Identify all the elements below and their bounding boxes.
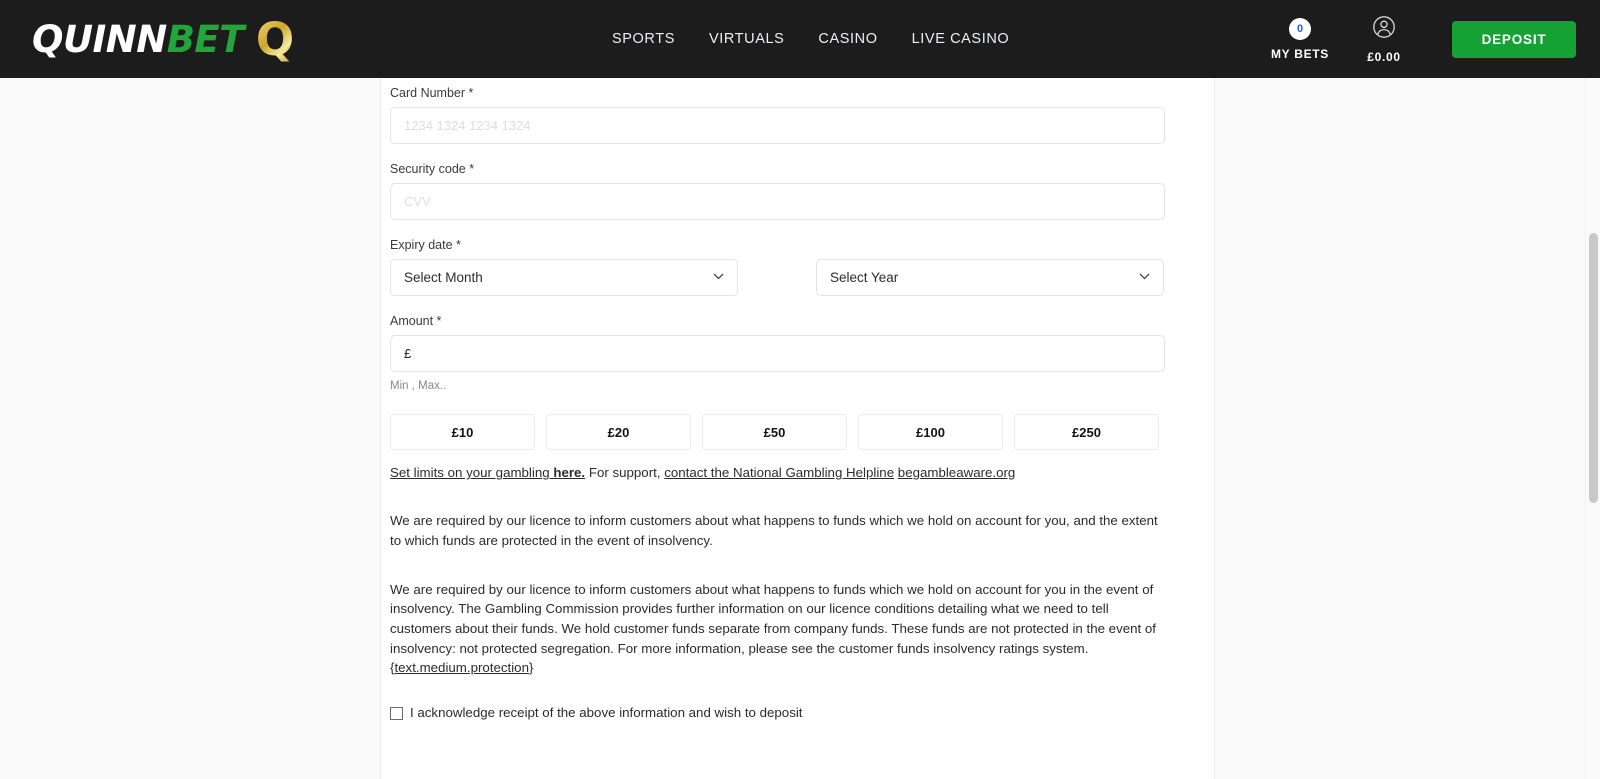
header-right-cluster: 0 MY BETS £0.00 DEPOSIT [1258,0,1576,78]
quick-amount-250[interactable]: £250 [1014,414,1159,450]
support-middle-text: For support, [585,465,665,480]
main-navigation: SPORTS VIRTUALS CASINO LIVE CASINO [612,31,1009,47]
expiry-month-value: Select Month [404,270,483,285]
insolvency-info-paragraph-1: We are required by our licence to inform… [390,513,1158,548]
set-limits-link[interactable]: Set limits on your gambling [390,465,553,480]
responsible-gambling-line: Set limits on your gambling here. For su… [390,463,1165,482]
page-body: Card Number * Security code * Expiry dat… [0,78,1600,779]
security-code-label: Security code * [390,162,475,176]
begambleaware-link[interactable]: begambleaware.org [898,465,1016,480]
expiry-year-select-wrap: Select Year [816,259,1164,296]
amount-input[interactable] [390,335,1165,372]
site-header: QUINN BET Q SPORTS VIRTUALS CASINO LIVE C… [0,0,1600,78]
expiry-month-select-wrap: Select Month [390,259,738,296]
nav-item-sports[interactable]: SPORTS [612,31,675,47]
quick-amount-10[interactable]: £10 [390,414,535,450]
account-balance-label: £0.00 [1367,49,1401,64]
acknowledge-checkbox[interactable] [390,706,403,720]
quick-amount-buttons: £10 £20 £50 £100 £250 [390,414,1165,450]
quick-amount-100[interactable]: £100 [858,414,1003,450]
brand-logo-quinn: QUINN [32,17,167,61]
nav-item-live-casino[interactable]: LIVE CASINO [912,31,1010,47]
user-avatar-icon [1372,15,1396,44]
my-bets-count-badge: 0 [1289,17,1311,40]
paragraph-2-close-brace: } [528,660,534,676]
expiry-year-select[interactable]: Select Year [816,259,1164,296]
national-gambling-helpline-link[interactable]: contact the National Gambling Helpline [664,465,894,480]
amount-label: Amount * [390,314,442,328]
brand-logo[interactable]: QUINN BET Q [32,13,294,66]
set-limits-here-link[interactable]: here. [553,465,585,480]
acknowledge-label: I acknowledge receipt of the above infor… [410,704,803,720]
security-code-field-group: Security code * [390,162,1165,220]
deposit-form-panel: Card Number * Security code * Expiry dat… [380,78,1215,779]
nav-item-casino[interactable]: CASINO [818,31,877,47]
deposit-button[interactable]: DEPOSIT [1452,20,1576,58]
brand-logo-q-mark: Q [255,12,294,66]
vertical-scrollbar-thumb[interactable] [1589,233,1598,503]
text-medium-protection-link[interactable]: text.medium.protection [394,660,529,675]
nav-item-virtuals[interactable]: VIRTUALS [709,31,784,47]
deposit-form: Card Number * Security code * Expiry dat… [390,78,1165,720]
quick-amount-20[interactable]: £20 [546,414,691,450]
amount-field-group: Amount * Min , Max.. [390,314,1165,392]
vertical-scrollbar-track[interactable] [1585,78,1600,779]
brand-logo-bet: BET [166,17,245,61]
security-code-input[interactable] [390,183,1165,220]
account-balance-button[interactable]: £0.00 [1342,15,1426,64]
my-bets-label: MY BETS [1270,46,1330,61]
card-number-label: Card Number * [390,86,474,100]
my-bets-button[interactable]: 0 MY BETS [1258,17,1342,61]
card-number-field-group: Card Number * [390,86,1165,144]
expiry-date-label: Expiry date * [390,238,461,252]
expiry-year-value: Select Year [830,270,899,285]
quick-amount-50[interactable]: £50 [702,414,847,450]
amount-helper-text: Min , Max.. [390,380,447,392]
card-number-input[interactable] [390,107,1165,144]
expiry-month-select[interactable]: Select Month [390,259,738,296]
chevron-down-icon [713,272,724,283]
acknowledge-row: I acknowledge receipt of the above infor… [390,705,1165,720]
chevron-down-icon [1139,272,1150,283]
insolvency-info-paragraph-2: We are required by our licence to inform… [390,580,1162,678]
expiry-date-field-group: Expiry date * Select Month Select Year [390,238,1165,296]
